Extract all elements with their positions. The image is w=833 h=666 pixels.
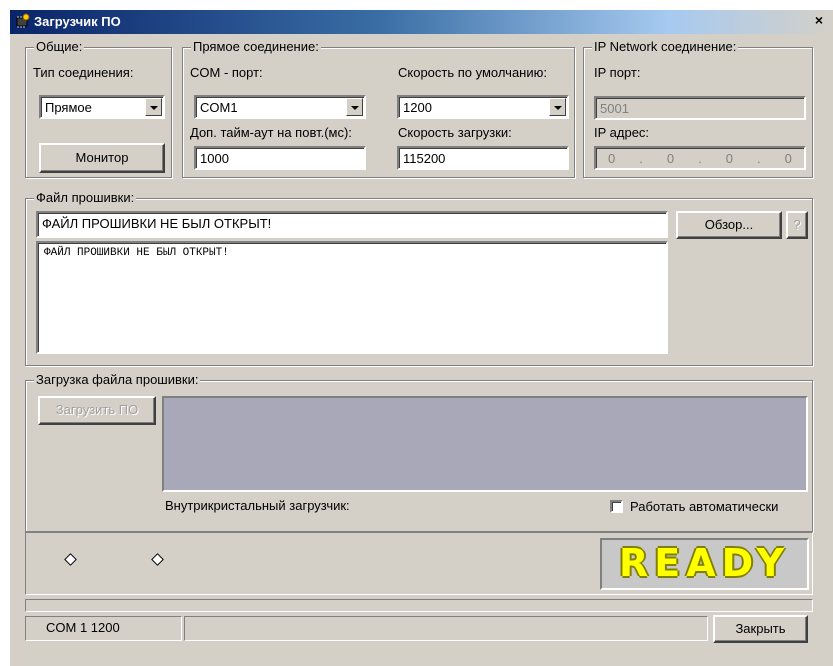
status-message-panel — [184, 616, 708, 641]
ready-text: READY — [619, 541, 790, 585]
ready-indicator: READY — [600, 538, 809, 590]
app-chip-icon — [16, 13, 30, 28]
retry-timeout-input[interactable]: 1000 — [194, 146, 366, 170]
ip-separator: . — [639, 151, 643, 166]
ip-address-input[interactable]: 0 . 0 . 0 . 0 — [594, 146, 806, 170]
port-status-panel: COM 1 1200 — [25, 616, 182, 641]
progress-bar — [25, 599, 813, 612]
monitor-button[interactable]: Монитор — [39, 143, 165, 173]
ip-octet-1: 0 — [608, 151, 616, 166]
ip-port-input[interactable]: 5001 — [594, 96, 806, 120]
bootloader-label: Внутрикристальный загрузчик: — [165, 498, 350, 513]
default-speed-label: Скорость по умолчанию: — [398, 65, 547, 80]
ip-octet-4: 0 — [784, 151, 792, 166]
upload-progress-area — [162, 396, 808, 492]
direct-connection-legend: Прямое соединение: — [191, 39, 321, 54]
retry-timeout-label: Доп. тайм-аут на повт.(мс): — [190, 125, 352, 140]
chevron-down-icon[interactable] — [346, 98, 363, 116]
com-port-select[interactable]: COM1 — [194, 95, 366, 119]
firmware-log-memo[interactable]: ФАЙЛ ПРОШИВКИ НЕ БЫЛ ОТКРЫТ! — [36, 241, 668, 354]
chevron-down-icon[interactable] — [145, 98, 162, 116]
com-port-value: COM1 — [200, 100, 238, 115]
ip-address-label: IP адрес: — [594, 125, 650, 140]
chevron-down-icon[interactable] — [549, 98, 566, 116]
firmware-path-input[interactable]: ФАЙЛ ПРОШИВКИ НЕ БЫЛ ОТКРЫТ! — [36, 211, 668, 238]
ip-network-legend: IP Network соединение: — [592, 39, 739, 54]
close-button[interactable]: Закрыть — [713, 615, 808, 643]
ip-separator: . — [757, 151, 761, 166]
ip-octet-2: 0 — [666, 151, 675, 166]
browse-button[interactable]: Обзор... — [676, 211, 782, 239]
com-port-label: COM - порт: — [190, 65, 263, 80]
close-icon[interactable]: × — [811, 13, 827, 29]
ip-port-label: IP порт: — [594, 65, 641, 80]
load-speed-label: Скорость загрузки: — [398, 125, 512, 140]
firmware-upload-legend: Загрузка файла прошивки: — [34, 372, 201, 387]
firmware-file-legend: Файл прошивки: — [34, 190, 137, 205]
connection-type-value: Прямое — [45, 100, 92, 115]
title-bar[interactable]: Загрузчик ПО × — [10, 10, 833, 34]
connection-type-select[interactable]: Прямое — [39, 95, 165, 119]
auto-mode-label[interactable]: Работать автоматически — [630, 499, 778, 514]
default-speed-value: 1200 — [403, 100, 432, 115]
load-speed-input[interactable]: 115200 — [397, 146, 569, 170]
default-speed-select[interactable]: 1200 — [397, 95, 569, 119]
loader-window: Загрузчик ПО × Общие: Тип соединения: Пр… — [10, 10, 833, 666]
auto-mode-checkbox[interactable] — [610, 500, 623, 513]
window-title: Загрузчик ПО — [34, 14, 121, 29]
help-button[interactable]: ? — [786, 211, 808, 239]
ip-octet-3: 0 — [725, 151, 734, 166]
ip-separator: . — [698, 151, 702, 166]
general-legend: Общие: — [34, 39, 85, 54]
connection-type-label: Тип соединения: — [33, 65, 134, 80]
upload-firmware-button[interactable]: Загрузить ПО — [38, 396, 156, 425]
